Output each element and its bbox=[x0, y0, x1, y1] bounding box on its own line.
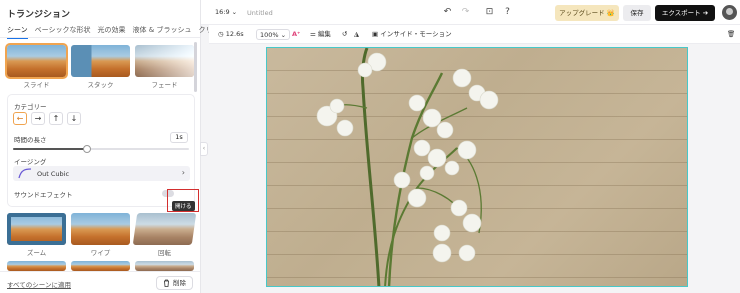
tab-divider bbox=[0, 37, 200, 38]
transition-label: ワイプ bbox=[90, 249, 111, 257]
transition-thumbnail[interactable] bbox=[7, 213, 66, 245]
screenshot-icon[interactable]: ⊡ bbox=[483, 6, 496, 19]
chevron-right-icon: › bbox=[181, 168, 185, 177]
transition-thumbnail[interactable] bbox=[7, 261, 66, 271]
duration-input[interactable]: 1s bbox=[170, 132, 188, 143]
scene-canvas[interactable] bbox=[266, 47, 688, 287]
transition-thumbnail[interactable] bbox=[71, 45, 130, 77]
panel-title: トランジション bbox=[7, 10, 71, 20]
duration-slider[interactable] bbox=[13, 145, 189, 153]
transition-label: スライド bbox=[23, 81, 50, 89]
transition-slide[interactable]: スライド bbox=[5, 43, 68, 89]
apply-to-all-scenes-link[interactable]: すべてのシーンに適用 bbox=[7, 279, 71, 289]
rotate-icon[interactable]: ↺ bbox=[342, 29, 347, 40]
transition-thumbs-row-1: スライド スタック フェード bbox=[5, 43, 194, 89]
direction-down-button[interactable]: ↓ bbox=[67, 112, 81, 125]
transition-thumbs-row-3 bbox=[7, 261, 194, 271]
scene-duration-value: 12.6s bbox=[225, 30, 244, 38]
motion-icon: ▣ bbox=[372, 30, 379, 38]
transition-label: 回転 bbox=[158, 249, 171, 257]
easing-value: Out Cubic bbox=[37, 170, 70, 178]
transition-wipe[interactable]: ワイプ bbox=[71, 213, 130, 257]
trash-icon bbox=[164, 279, 169, 287]
transition-stack[interactable]: スタック bbox=[71, 45, 130, 89]
sound-effect-label: サウンドエフェクト bbox=[14, 191, 73, 199]
ai-icon[interactable]: A⁺ bbox=[292, 29, 300, 40]
top-bar: 16:9 ⌄ Untitled ↶ ↷ ⊡ ? アップグレード 👑 保存 エクス… bbox=[201, 0, 740, 25]
direction-right-button[interactable]: → bbox=[31, 112, 45, 125]
panel-scrollbar[interactable] bbox=[194, 42, 197, 92]
shape-icon[interactable]: ◮ bbox=[354, 29, 359, 40]
zoom-select[interactable]: 100% ⌄ bbox=[256, 29, 291, 40]
transition-thumbnail[interactable] bbox=[71, 261, 130, 271]
direction-buttons: ← → ↑ ↓ bbox=[13, 112, 81, 125]
transition-thumbnail[interactable] bbox=[135, 45, 194, 77]
undo-icon[interactable]: ↶ bbox=[441, 6, 454, 19]
aspect-ratio-value: 16:9 bbox=[215, 8, 230, 16]
delete-label: 削除 bbox=[173, 279, 186, 287]
export-button[interactable]: エクスポート ➔ bbox=[655, 5, 715, 21]
transition-label: フェード bbox=[151, 81, 178, 89]
panel-footer: すべてのシーンに適用 削除 bbox=[0, 271, 200, 293]
upgrade-button[interactable]: アップグレード 👑 bbox=[555, 5, 619, 21]
transition-label: ズーム bbox=[26, 249, 47, 257]
lily-of-the-valley-photo bbox=[316, 48, 499, 286]
transition-thumbnail[interactable] bbox=[132, 213, 197, 245]
aspect-ratio-select[interactable]: 16:9 ⌄ bbox=[215, 8, 237, 16]
duration-slider-fill bbox=[13, 148, 87, 150]
easing-curve-icon bbox=[18, 168, 32, 179]
transition-thumbnail[interactable] bbox=[135, 261, 194, 271]
avatar[interactable] bbox=[722, 5, 737, 20]
sliders-icon: ⚌ bbox=[310, 30, 316, 38]
clock-icon: ◷ bbox=[218, 30, 224, 38]
easing-select[interactable]: Out Cubic › bbox=[13, 166, 190, 181]
transition-thumbnail[interactable] bbox=[71, 213, 130, 245]
transitions-panel: トランジション シーン ベーシックな形状 光の効果 液体 & ブラッシュ クリ … bbox=[0, 0, 212, 293]
direction-up-button[interactable]: ↑ bbox=[49, 112, 63, 125]
transition-zoom[interactable]: ズーム bbox=[7, 213, 66, 257]
save-button[interactable]: 保存 bbox=[623, 5, 651, 21]
edit-button[interactable]: ⚌ 編集 bbox=[310, 29, 331, 40]
direction-left-button[interactable]: ← bbox=[13, 112, 27, 125]
duration-slider-handle[interactable] bbox=[82, 145, 91, 153]
transition-fade[interactable]: フェード bbox=[135, 45, 194, 89]
zoom-value: 100% bbox=[260, 31, 279, 39]
motion-label: インサイド・モーション bbox=[380, 30, 452, 38]
redo-icon[interactable]: ↷ bbox=[459, 6, 472, 19]
easing-label: イージング bbox=[14, 158, 47, 166]
category-label: カテゴリー bbox=[14, 103, 47, 111]
motion-button[interactable]: ▣ インサイド・モーション bbox=[372, 29, 452, 40]
transition-rotate[interactable]: 回転 bbox=[132, 213, 197, 257]
help-icon[interactable]: ? bbox=[501, 6, 514, 19]
scene-duration[interactable]: ◷ 12.6s bbox=[218, 29, 244, 40]
tooltip: 開ける bbox=[172, 201, 195, 211]
trash-icon[interactable]: 🗑 bbox=[727, 29, 735, 40]
transition-label: スタック bbox=[87, 81, 114, 89]
document-title[interactable]: Untitled bbox=[247, 9, 273, 17]
collapse-panel-handle[interactable]: ‹ bbox=[200, 142, 208, 156]
canvas-toolbar: ◷ 12.6s 100% ⌄ A⁺ ⚌ 編集 ↺ ◮ ▣ インサイド・モーション… bbox=[209, 25, 740, 44]
transition-thumbnail[interactable] bbox=[5, 43, 68, 79]
duration-label: 時間の長さ bbox=[14, 136, 47, 144]
delete-button[interactable]: 削除 bbox=[156, 276, 193, 290]
transition-thumbs-row-2: ズーム ワイプ 回転 bbox=[7, 213, 197, 257]
edit-label: 編集 bbox=[317, 30, 331, 38]
